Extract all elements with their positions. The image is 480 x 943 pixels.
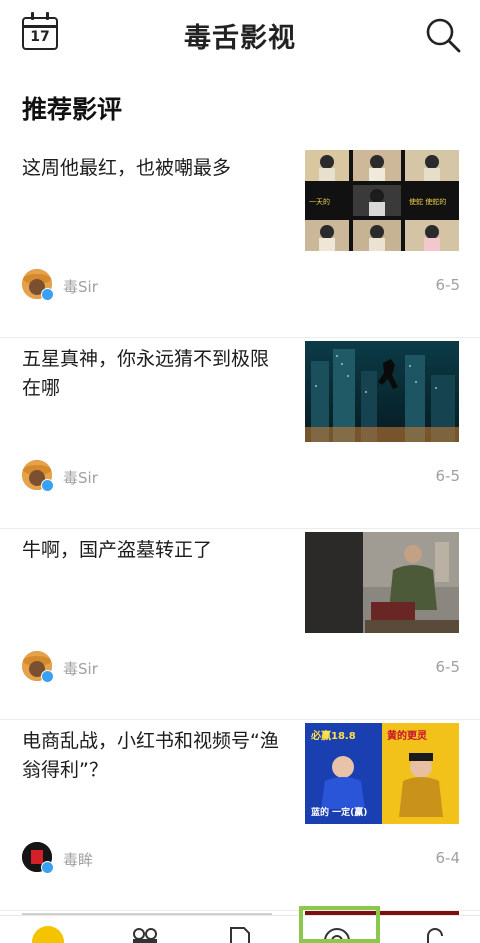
verified-badge bbox=[41, 861, 54, 874]
tab-profile-icon[interactable] bbox=[424, 926, 446, 943]
article-date: 6-5 bbox=[435, 658, 461, 676]
article-date: 6-5 bbox=[435, 276, 461, 294]
article-title[interactable]: 电商乱战，小红书和视频号“渔翁得利”？ bbox=[22, 727, 287, 785]
article-title[interactable]: 这周他最红，也被嘲最多 bbox=[22, 154, 287, 183]
verified-badge bbox=[41, 288, 54, 301]
section-title: 推荐影评 bbox=[22, 95, 123, 124]
article-card[interactable]: 五星真神，你永远猜不到极限在哪 毒Sir 6-5 bbox=[0, 339, 480, 529]
article-date: 6-4 bbox=[435, 849, 461, 867]
author-avatar[interactable] bbox=[22, 460, 54, 492]
author-avatar[interactable] bbox=[22, 842, 54, 874]
search-icon[interactable] bbox=[424, 16, 462, 54]
author-avatar[interactable] bbox=[22, 269, 54, 301]
top-bar: 17 毒舌影视 bbox=[0, 0, 480, 72]
app-title: 毒舌影视 bbox=[184, 23, 296, 54]
author-name[interactable]: 毒Sir bbox=[63, 658, 98, 679]
tab-movie-icon[interactable] bbox=[130, 926, 160, 943]
verified-badge bbox=[41, 670, 54, 683]
article-card[interactable]: 电商乱战，小红书和视频号“渔翁得利”？ 必赢18.8 黄的更灵 蓝的 一定(赢)… bbox=[0, 721, 480, 911]
author-avatar[interactable] bbox=[22, 651, 54, 683]
svg-text:使蛇 使蛇的: 使蛇 使蛇的 bbox=[409, 197, 446, 206]
article-title[interactable]: 五星真神，你永远猜不到极限在哪 bbox=[22, 345, 287, 403]
thumb-left-bottom: 蓝的 一定(赢) bbox=[311, 806, 367, 818]
article-thumbnail[interactable] bbox=[305, 532, 459, 633]
tab-highlight-box bbox=[299, 906, 380, 943]
tab-home-icon[interactable] bbox=[32, 926, 64, 943]
svg-text:一天的: 一天的 bbox=[309, 197, 330, 206]
thumb-left-text: 必赢18.8 bbox=[310, 729, 356, 742]
article-thumbnail[interactable]: 必赢18.8 黄的更灵 蓝的 一定(赢) bbox=[305, 723, 459, 824]
author-name[interactable]: 毒眸 bbox=[63, 849, 93, 870]
author-name[interactable]: 毒Sir bbox=[63, 467, 98, 488]
bottom-tab-bar bbox=[0, 915, 480, 943]
article-thumbnail[interactable] bbox=[305, 341, 459, 442]
thumb-right-text: 黄的更灵 bbox=[387, 729, 428, 742]
article-card[interactable]: 牛啊，国产盗墓转正了 毒Sir 6-5 bbox=[0, 530, 480, 720]
author-name[interactable]: 毒Sir bbox=[63, 276, 98, 297]
article-title[interactable]: 牛啊，国产盗墓转正了 bbox=[22, 536, 287, 565]
article-thumbnail[interactable]: 一天的 使蛇 使蛇的 bbox=[305, 150, 459, 251]
verified-badge bbox=[41, 479, 54, 492]
article-card[interactable]: 这周他最红，也被嘲最多 一天的 使蛇 使蛇的 毒Sir 6-5 bbox=[0, 148, 480, 338]
article-date: 6-5 bbox=[435, 467, 461, 485]
tab-article-icon[interactable] bbox=[228, 926, 252, 943]
